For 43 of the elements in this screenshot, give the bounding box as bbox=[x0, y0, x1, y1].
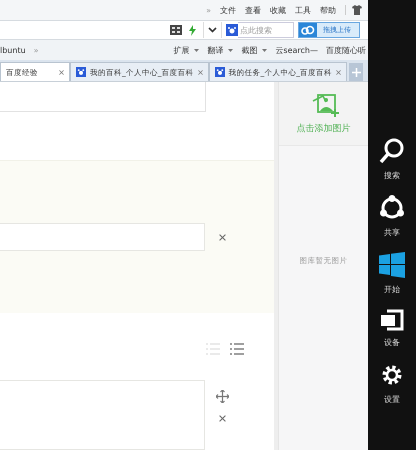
list-icon[interactable] bbox=[230, 343, 244, 355]
close-icon[interactable] bbox=[219, 415, 226, 422]
search-icon bbox=[379, 138, 405, 164]
plus-icon bbox=[352, 68, 360, 76]
bookmark-link[interactable]: 百度随心听 bbox=[326, 44, 366, 56]
bookmark-menu[interactable]: 翻译 bbox=[207, 44, 234, 56]
caret-icon bbox=[262, 48, 268, 52]
lightning-icon[interactable] bbox=[189, 24, 196, 36]
menu-item[interactable]: 收藏 bbox=[270, 4, 286, 16]
input-field[interactable] bbox=[0, 82, 206, 112]
grid-icon[interactable] bbox=[170, 25, 182, 35]
charm-button[interactable]: 搜索 bbox=[379, 138, 405, 181]
bookmark-link[interactable]: lbuntu bbox=[0, 46, 26, 54]
close-icon[interactable] bbox=[198, 70, 202, 74]
shirt-icon[interactable] bbox=[352, 5, 362, 15]
share-icon bbox=[379, 195, 405, 221]
close-icon[interactable] bbox=[219, 234, 226, 241]
cloud-icon bbox=[301, 25, 315, 35]
move-icon[interactable] bbox=[216, 390, 229, 403]
bookmark-menu[interactable]: 截图 bbox=[241, 44, 268, 56]
close-icon[interactable] bbox=[59, 70, 64, 74]
charm-button[interactable]: 共享 bbox=[379, 195, 405, 238]
menu-item[interactable]: 工具 bbox=[295, 4, 311, 16]
menu-item[interactable]: 帮助 bbox=[320, 4, 336, 16]
search-field[interactable]: 点此搜索 bbox=[238, 22, 294, 38]
caret-icon bbox=[228, 48, 234, 52]
paw-icon[interactable] bbox=[226, 24, 238, 36]
chevron-down-icon[interactable] bbox=[208, 27, 217, 33]
windows-logo-icon bbox=[379, 252, 405, 278]
menu-item[interactable]: 文件 bbox=[220, 4, 236, 16]
bookmark-link[interactable]: 云search— bbox=[275, 44, 318, 56]
menu-item[interactable]: 查看 bbox=[245, 4, 261, 16]
caret-icon bbox=[194, 48, 200, 52]
paw-icon bbox=[214, 67, 224, 77]
input-field[interactable] bbox=[0, 223, 205, 252]
paw-icon bbox=[76, 67, 86, 77]
charm-button[interactable]: 开始 bbox=[379, 252, 405, 295]
input-field[interactable] bbox=[0, 380, 205, 450]
charm-button[interactable]: 设置 bbox=[379, 362, 405, 405]
charm-button[interactable]: 设备 bbox=[379, 309, 405, 348]
close-icon[interactable] bbox=[336, 70, 341, 74]
bookmark-menu[interactable]: 扩展 bbox=[173, 44, 200, 56]
device-icon bbox=[379, 309, 405, 331]
